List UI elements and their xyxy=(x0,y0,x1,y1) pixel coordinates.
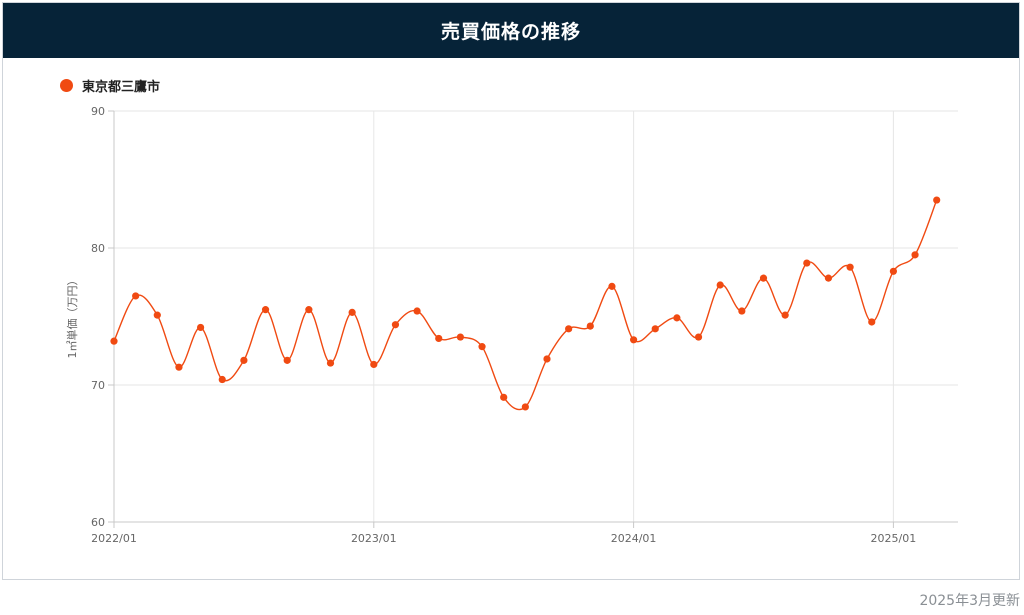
data-point-2022-01[interactable] xyxy=(110,337,118,345)
data-point-2023-11[interactable] xyxy=(586,322,594,330)
update-note: 2025年3月更新 xyxy=(919,593,1020,609)
data-point-2024-11[interactable] xyxy=(846,263,854,271)
data-point-2022-12[interactable] xyxy=(348,308,356,316)
data-point-2022-05[interactable] xyxy=(197,323,205,332)
data-point-2024-06[interactable] xyxy=(738,307,746,315)
data-point-2023-09[interactable] xyxy=(543,355,551,363)
data-point-2022-04[interactable] xyxy=(175,363,183,371)
data-point-2023-10[interactable] xyxy=(565,325,573,333)
data-point-2022-08[interactable] xyxy=(261,306,270,314)
line-chart: 60 70 80 90 2022/01 2023/01 2024/01 2025/01 1㎡単価… xyxy=(65,105,958,545)
x-tick-label: 2022/01 xyxy=(91,532,137,545)
data-point-2025-02[interactable] xyxy=(911,251,919,259)
x-tick-label: 2025/01 xyxy=(871,532,917,545)
data-point-2022-11[interactable] xyxy=(326,359,335,367)
data-point-2022-06[interactable] xyxy=(218,375,226,384)
data-point-2022-10[interactable] xyxy=(305,306,313,314)
x-tick-label: 2024/01 xyxy=(611,532,657,545)
data-point-2022-03[interactable] xyxy=(153,311,161,319)
data-point-2023-08[interactable] xyxy=(521,403,529,411)
axis-labels: 60 70 80 90 2022/01 2023/01 2024/01 2025/01 1㎡単価… xyxy=(65,105,916,545)
axes xyxy=(108,110,958,528)
data-point-2023-06[interactable] xyxy=(478,343,486,351)
data-point-2022-07[interactable] xyxy=(240,356,248,364)
data-point-2024-09[interactable] xyxy=(803,259,811,267)
grid xyxy=(113,110,958,522)
data-point-2025-03[interactable] xyxy=(933,196,941,204)
data-point-2024-01[interactable] xyxy=(630,336,638,344)
data-point-2024-08[interactable] xyxy=(781,311,789,319)
y-tick-label: 80 xyxy=(91,242,105,255)
data-point-2023-01[interactable] xyxy=(370,360,378,369)
y-tick-label: 70 xyxy=(91,379,105,392)
data-point-2023-03[interactable] xyxy=(413,307,421,315)
data-point-2025-01[interactable] xyxy=(889,267,898,275)
data-point-2024-05[interactable] xyxy=(716,281,724,289)
data-point-2022-09[interactable] xyxy=(283,356,291,364)
y-axis-title: 1㎡単価（万円） xyxy=(65,275,79,359)
data-point-2024-02[interactable] xyxy=(651,325,659,333)
data-point-2024-10[interactable] xyxy=(824,274,833,282)
data-point-2024-04[interactable] xyxy=(694,333,703,341)
data-points[interactable] xyxy=(110,196,941,411)
data-point-2023-04[interactable] xyxy=(435,334,443,343)
x-tick-label: 2023/01 xyxy=(351,532,397,545)
data-point-2023-07[interactable] xyxy=(500,393,508,401)
data-point-2024-03[interactable] xyxy=(673,314,681,322)
series-line-mitaka xyxy=(113,199,938,411)
data-point-2024-12[interactable] xyxy=(868,318,876,326)
data-point-2023-05[interactable] xyxy=(456,333,464,341)
series-line-group xyxy=(113,199,938,411)
data-point-2023-12[interactable] xyxy=(608,282,616,290)
y-tick-label: 90 xyxy=(91,105,105,118)
data-point-2022-02[interactable] xyxy=(132,292,140,300)
data-point-2023-02[interactable] xyxy=(391,321,400,329)
data-point-2024-07[interactable] xyxy=(759,274,768,282)
y-tick-label: 60 xyxy=(91,516,105,529)
